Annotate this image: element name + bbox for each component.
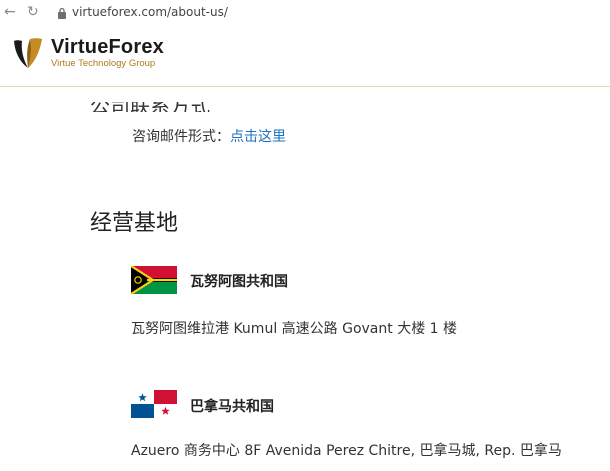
address-vanuatu: 瓦努阿图维拉港 Kumul 高速公路 Govant 大楼 1 楼: [131, 321, 458, 337]
address-panama: Azuero 商务中心 8F Avenida Perez Chitre, 巴拿马…: [131, 443, 562, 459]
lock-icon: [58, 7, 66, 19]
url-field[interactable]: virtueforex.com/about-us/: [72, 5, 228, 19]
clipped-heading-text: 公司联系方式: [90, 102, 210, 112]
reload-icon[interactable]: ↻: [27, 5, 39, 19]
clipped-section-heading: 公司联系方式: [90, 102, 210, 112]
back-arrow-icon[interactable]: ←: [4, 5, 16, 19]
inquiry-label: 咨询邮件形式：: [132, 129, 230, 145]
brand-name: VirtueForex: [51, 36, 164, 58]
click-here-link[interactable]: 点击这里: [230, 129, 286, 145]
country-name-panama: 巴拿马共和国: [190, 399, 274, 415]
inquiry-line: 咨询邮件形式：点击这里: [132, 126, 286, 146]
brand-logo[interactable]: VirtueForex Virtue Technology Group: [10, 35, 164, 71]
country-name-vanuatu: 瓦努阿图共和国: [190, 274, 288, 290]
section-title: 经营基地: [90, 211, 179, 236]
logo-text: VirtueForex Virtue Technology Group: [51, 37, 164, 69]
vanuatu-flag-icon: [131, 266, 177, 294]
leaf-logo-icon: [14, 38, 42, 68]
brand-tagline: Virtue Technology Group: [51, 58, 156, 69]
site-header: VirtueForex Virtue Technology Group 公司联系…: [0, 26, 610, 112]
browser-address-bar: ← ↻ virtueforex.com/about-us/: [0, 0, 610, 26]
panama-flag-icon: [131, 390, 177, 418]
